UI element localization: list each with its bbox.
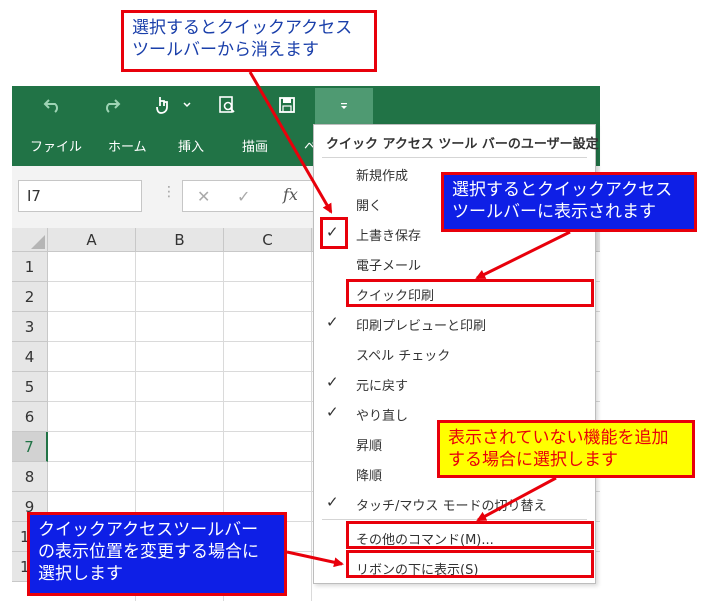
callout-add: 選択するとクイックアクセス ツールバーに表示されます xyxy=(441,172,697,232)
name-box-separator-icon: ⋮ xyxy=(162,184,176,200)
enter-icon[interactable]: ✓ xyxy=(237,187,250,206)
insert-function-icon[interactable]: fx xyxy=(283,185,298,204)
quick-access-toolbar xyxy=(12,86,600,124)
check-icon: ✓ xyxy=(326,373,339,391)
callout-more-commands: 表示されていない機能を追加 する場合に選択します xyxy=(437,420,695,478)
tab-insert[interactable]: 挿入 xyxy=(178,136,204,155)
column-header-a[interactable]: A xyxy=(48,228,136,252)
menu-item-undo[interactable]: ✓ 元に戻す xyxy=(316,369,593,399)
tab-home[interactable]: ホーム xyxy=(108,136,147,155)
callout-remove: 選択するとクイックアクセス ツールバーから消えます xyxy=(121,10,377,72)
row-header-4[interactable]: 4 xyxy=(12,342,48,372)
column-header-b[interactable]: B xyxy=(136,228,224,252)
touch-mouse-mode-icon[interactable] xyxy=(152,90,198,120)
row-header-5[interactable]: 5 xyxy=(12,372,48,402)
cancel-icon[interactable]: ✕ xyxy=(197,187,210,206)
highlight-quick-print xyxy=(346,279,594,307)
redo-icon[interactable] xyxy=(96,90,126,120)
customize-qat-dropdown-button[interactable] xyxy=(315,88,373,124)
row-header-3[interactable]: 3 xyxy=(12,312,48,342)
callout-position: クイックアクセスツールバー の表示位置を変更する場合に 選択します xyxy=(27,512,287,596)
row-header-6[interactable]: 6 xyxy=(12,402,48,432)
row-header-7[interactable]: 7 xyxy=(12,432,48,462)
check-icon: ✓ xyxy=(326,313,339,331)
highlight-save-check xyxy=(320,217,348,249)
highlight-more-commands xyxy=(346,521,594,549)
select-all-corner[interactable] xyxy=(12,228,48,252)
row-header-1[interactable]: 1 xyxy=(12,252,48,282)
formula-buttons: ✕ ✓ fx xyxy=(182,180,332,212)
menu-item-print-preview[interactable]: ✓ 印刷プレビューと印刷 xyxy=(316,309,593,339)
name-box[interactable]: I7 xyxy=(18,180,142,212)
column-header-c[interactable]: C xyxy=(224,228,312,252)
print-preview-icon[interactable] xyxy=(212,90,242,120)
menu-item-email[interactable]: 電子メール xyxy=(316,249,593,279)
row-header-8[interactable]: 8 xyxy=(12,462,48,492)
menu-item-spelling[interactable]: スペル チェック xyxy=(316,339,593,369)
check-icon: ✓ xyxy=(326,493,339,511)
tab-file[interactable]: ファイル xyxy=(30,136,82,155)
menu-item-touch-mode[interactable]: ✓ タッチ/マウス モードの切り替え xyxy=(316,489,593,519)
check-icon: ✓ xyxy=(326,403,339,421)
save-icon[interactable] xyxy=(272,90,302,120)
undo-icon[interactable] xyxy=(38,90,68,120)
highlight-show-below-ribbon xyxy=(346,550,594,578)
menu-title: クイック アクセス ツール バーのユーザー設定 xyxy=(326,137,599,152)
tab-draw[interactable]: 描画 xyxy=(242,136,268,155)
row-header-2[interactable]: 2 xyxy=(12,282,48,312)
